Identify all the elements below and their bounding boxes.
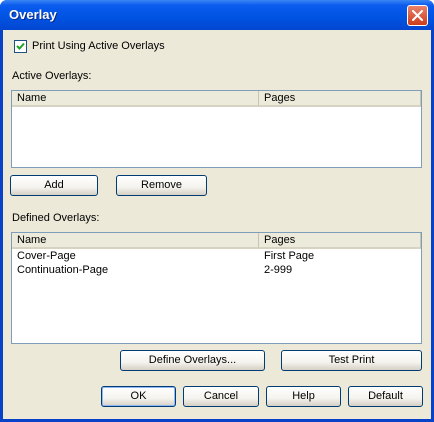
test-print-button[interactable]: Test Print [281, 350, 422, 371]
default-button[interactable]: Default [348, 386, 423, 407]
print-active-overlays-label[interactable]: Print Using Active Overlays [32, 40, 165, 52]
active-overlays-label: Active Overlays: [12, 70, 92, 82]
title-bar: Overlay [0, 0, 434, 30]
print-active-overlays-checkbox[interactable] [14, 40, 27, 53]
defined-overlays-list[interactable]: Name Pages Cover-Page First Page Continu… [11, 232, 422, 344]
overlay-name: Continuation-Page [17, 264, 109, 276]
checkmark-icon [16, 42, 25, 50]
dialog-body: Print Using Active Overlays Active Overl… [3, 30, 431, 419]
defined-overlays-label: Defined Overlays: [12, 212, 100, 224]
cancel-button[interactable]: Cancel [183, 386, 259, 407]
column-header-name[interactable]: Name [12, 91, 259, 107]
overlay-dialog: Overlay Print Using Active Overlays Acti… [0, 0, 434, 422]
close-icon [412, 10, 423, 21]
column-header-pages[interactable]: Pages [259, 233, 421, 249]
column-header-name[interactable]: Name [12, 233, 259, 249]
overlay-name: Cover-Page [17, 250, 76, 262]
ok-button[interactable]: OK [101, 386, 176, 407]
remove-button[interactable]: Remove [116, 175, 207, 196]
close-button[interactable] [407, 5, 428, 26]
overlay-pages: First Page [264, 250, 315, 262]
active-overlays-list[interactable]: Name Pages [11, 90, 422, 168]
window-title: Overlay [9, 7, 57, 22]
define-overlays-button[interactable]: Define Overlays... [120, 350, 265, 371]
column-header-pages[interactable]: Pages [259, 91, 421, 107]
help-button[interactable]: Help [266, 386, 341, 407]
add-button[interactable]: Add [10, 175, 98, 196]
overlay-pages: 2-999 [264, 264, 293, 276]
